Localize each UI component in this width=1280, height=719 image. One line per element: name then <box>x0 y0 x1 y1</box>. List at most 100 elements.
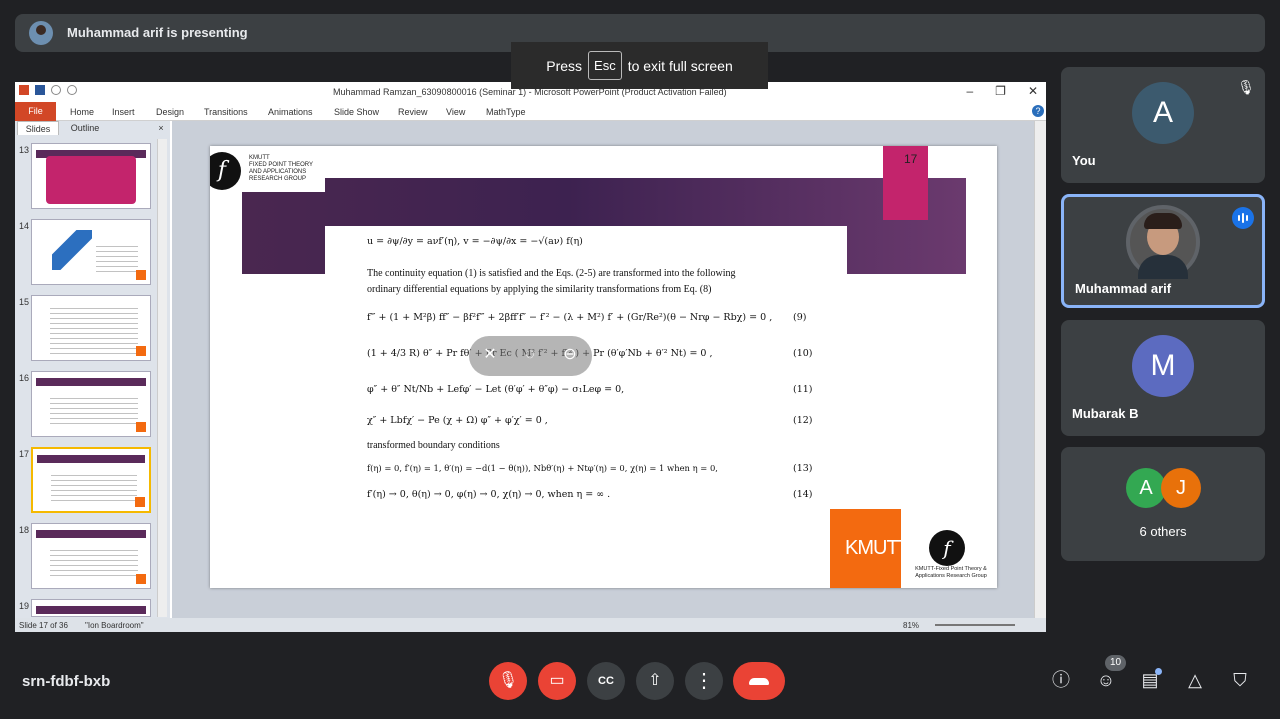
equation-number: (12) <box>793 415 813 426</box>
footer-logo-glyph: f <box>929 530 965 566</box>
equation: φ″ + θ″ Nt/Nb + Lefφ′ − Let (θ′φ′ + θ″φ)… <box>367 384 625 395</box>
zoom-level: 81% <box>903 621 920 630</box>
participant-tile-you[interactable]: A 🎙︎ You <box>1061 67 1265 183</box>
thumbnails-scrollbar[interactable] <box>157 139 167 617</box>
remove-icon[interactable]: ⊖ <box>559 344 581 366</box>
slide-thumbnail[interactable] <box>31 143 151 209</box>
paragraph-line: The continuity equation (1) is satisfied… <box>367 268 736 279</box>
equation: f‴ + (1 + M²β) ff″ − βf²f‴ + 2βff′f″ − f… <box>367 312 773 323</box>
participant-tile-others[interactable]: A J 6 others <box>1061 447 1265 561</box>
slide-scrollbar[interactable] <box>1034 121 1046 618</box>
equation-number: (13) <box>793 463 813 474</box>
kmutt-logo: KMUTT <box>830 509 910 588</box>
window-controls: – ❐ ✕ <box>966 84 1038 98</box>
tab-slide-show[interactable]: Slide Show <box>334 107 379 117</box>
thumbnail-number: 18 <box>19 525 30 535</box>
pane-tabs: Slides Outline × <box>15 121 170 135</box>
people-icon[interactable]: ☺ <box>1094 668 1118 692</box>
slide-counter: Slide 17 of 36 <box>19 621 68 630</box>
more-options-button[interactable]: ⋮ <box>685 662 723 700</box>
camera-off-button[interactable]: ▭ <box>538 662 576 700</box>
host-controls-icon[interactable]: ⛉ <box>1228 668 1252 692</box>
equation-velocity: u = ∂ψ/∂y = aνf′(η), v = −∂ψ/∂x = −√(aν)… <box>367 236 583 247</box>
tab-mathtype[interactable]: MathType <box>486 107 526 117</box>
activities-icon[interactable]: △ <box>1183 668 1207 692</box>
toast-text: Press <box>546 57 583 74</box>
powerpoint-icon <box>19 85 29 95</box>
close-icon[interactable]: ✕ <box>1028 84 1038 98</box>
save-icon[interactable] <box>35 85 45 95</box>
avatar: J <box>1161 468 1201 508</box>
tab-outline[interactable]: Outline <box>61 121 109 135</box>
slide-thumbnail-selected[interactable] <box>31 447 151 513</box>
slide-thumbnail[interactable] <box>31 523 151 589</box>
esc-key: Esc <box>588 51 622 80</box>
speaking-indicator-icon <box>1232 207 1254 229</box>
close-pane-icon[interactable]: × <box>155 121 167 135</box>
participant-tile-muhammad-arif[interactable]: Muhammad arif <box>1061 194 1265 308</box>
mic-off-icon: 🎙︎ <box>1237 79 1255 95</box>
thumbnail-number: 17 <box>19 449 30 459</box>
footer-logo-text: KMUTT-Fixed Point Theory & Applications … <box>915 566 987 579</box>
redo-icon[interactable] <box>67 85 77 95</box>
thumbnail-number: 15 <box>19 297 30 307</box>
slide-thumbnail[interactable] <box>31 295 151 361</box>
restore-icon[interactable]: ❐ <box>995 84 1006 98</box>
equation-number: (10) <box>793 348 813 359</box>
exit-fullscreen-toast: Press Esc to exit full screen <box>511 42 768 89</box>
quick-access-toolbar[interactable] <box>19 85 77 95</box>
tab-review[interactable]: Review <box>398 107 428 117</box>
participant-tile-mubarak[interactable]: M Mubarak B <box>1061 320 1265 436</box>
present-button[interactable]: ⇧ <box>636 662 674 700</box>
bc-heading: transformed boundary conditions <box>367 440 500 451</box>
slides-pane: Slides Outline × 13 14 15 16 17 18 19 <box>15 121 170 618</box>
tab-view[interactable]: View <box>446 107 465 117</box>
presentation-float-controls: ✕ ◌ ⊖ <box>469 336 592 376</box>
tab-insert[interactable]: Insert <box>112 107 135 117</box>
captions-button[interactable]: CC <box>587 662 625 700</box>
research-group-logo: f KMUTT FIXED POINT THEORY AND APPLICATI… <box>210 146 325 192</box>
tab-design[interactable]: Design <box>156 107 184 117</box>
pin-icon[interactable]: ✕ <box>479 344 501 366</box>
thumbnail-number: 14 <box>19 221 30 231</box>
slide-thumbnail[interactable] <box>31 219 151 285</box>
equation-number: (11) <box>793 384 813 395</box>
toast-text: to exit full screen <box>627 57 733 74</box>
participant-name: Muhammad arif <box>1075 281 1172 296</box>
info-icon[interactable]: ⓘ <box>1049 668 1073 692</box>
thumbnail-number: 16 <box>19 373 30 383</box>
avatar: M <box>1132 335 1194 397</box>
slide-thumbnail[interactable] <box>31 599 151 617</box>
paragraph-line: ordinary differential equations by apply… <box>367 284 712 295</box>
equation: f(η) = 0, f′(η) = 1, θ′(η) = −d(1 − θ(η)… <box>367 463 718 473</box>
slide-thumbnail[interactable] <box>31 371 151 437</box>
tab-file[interactable]: File <box>15 102 56 121</box>
participant-name: You <box>1072 153 1096 168</box>
participant-name: 6 others <box>1139 524 1187 539</box>
chat-notification-dot <box>1155 668 1162 675</box>
presenter-banner-text: Muhammad arif is presenting <box>67 25 248 40</box>
tab-slides[interactable]: Slides <box>17 121 59 135</box>
tab-animations[interactable]: Animations <box>268 107 313 117</box>
undo-icon[interactable] <box>51 85 61 95</box>
avatar <box>1126 205 1200 279</box>
tab-home[interactable]: Home <box>70 107 94 117</box>
thumbnail-number: 13 <box>19 145 30 155</box>
avatar: A <box>1132 82 1194 144</box>
people-count-badge: 10 <box>1105 655 1126 671</box>
slide: f KMUTT FIXED POINT THEORY AND APPLICATI… <box>210 146 997 588</box>
zoom-slider[interactable] <box>935 624 1015 626</box>
equation: χ″ + Lbfχ′ − Pe (χ + Ω) φ″ + φ′χ′ = 0 , <box>367 415 548 426</box>
participant-name: Mubarak B <box>1072 406 1139 421</box>
leave-call-button[interactable] <box>733 662 785 700</box>
tab-transitions[interactable]: Transitions <box>204 107 248 117</box>
mute-tile-icon[interactable]: ◌ <box>519 344 541 366</box>
mic-off-button[interactable]: 🎙︎ <box>489 662 527 700</box>
logo-text: KMUTT FIXED POINT THEORY AND APPLICATION… <box>249 155 314 182</box>
equation: f′(η) → 0, θ(η) → 0, φ(η) → 0, χ(η) → 0,… <box>367 489 611 500</box>
equation-number: (9) <box>793 312 807 323</box>
meeting-code: srn-fdbf-bxb <box>22 673 111 690</box>
minimize-icon[interactable]: – <box>966 84 973 98</box>
help-icon[interactable]: ? <box>1032 105 1044 117</box>
page-number: 17 <box>904 152 918 166</box>
